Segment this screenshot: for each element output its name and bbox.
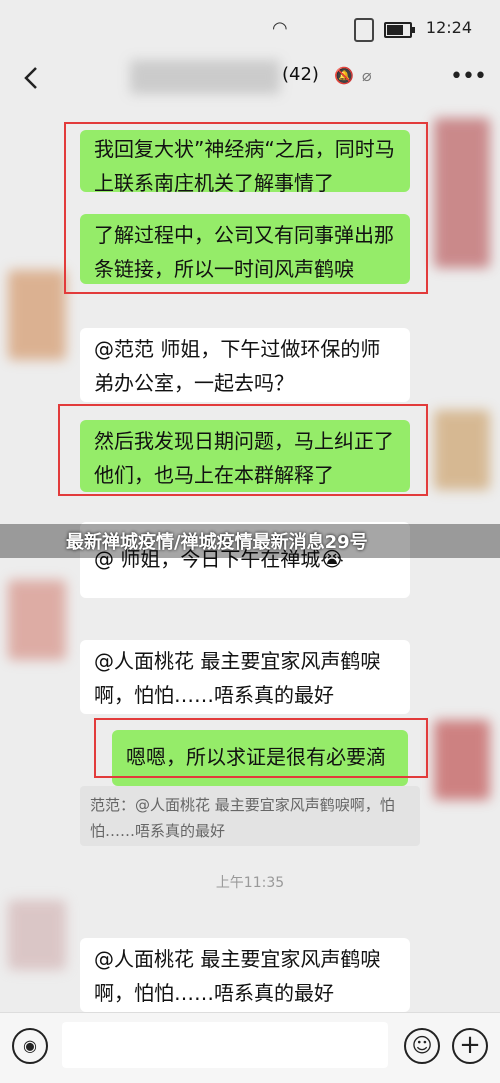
avatar <box>434 410 490 490</box>
plus-icon[interactable]: + <box>452 1028 488 1064</box>
timestamp: 上午11:35 <box>215 875 285 891</box>
message-input[interactable] <box>62 1022 388 1068</box>
highlight-box <box>58 404 428 496</box>
battery-level <box>387 25 403 35</box>
avatar <box>8 580 66 660</box>
wifi-icon: ◠ <box>272 18 288 39</box>
banner-text: 最新禅城疫情/禅城疫情最新消息29号 <box>66 532 368 553</box>
bell-off-icon: 🔕 <box>334 66 354 85</box>
vibrate-icon <box>354 18 374 42</box>
message-bubble[interactable]: @人面桃花 最主要宜家风声鹤唳啊，怕怕……唔系真的最好 <box>80 640 410 714</box>
more-dots-icon[interactable]: ••• <box>450 64 487 89</box>
avatar-header-blur <box>130 60 280 94</box>
message-bubble[interactable]: @范范 师姐，下午过做环保的师弟办公室，一起去吗？ <box>80 328 410 402</box>
link-icon: ⌀ <box>362 66 372 85</box>
avatar <box>8 900 66 970</box>
chevron-left-icon[interactable] <box>14 60 50 96</box>
highlight-box <box>94 718 428 778</box>
avatar <box>8 270 66 360</box>
quoted-message[interactable]: 范范：@人面桃花 最主要宜家风声鹤唳啊，怕怕……唔系真的最好 <box>80 786 420 846</box>
avatar <box>434 118 490 268</box>
avatar <box>434 720 490 800</box>
emoji-icon[interactable]: ☺ <box>404 1028 440 1064</box>
member-count: (42) <box>282 64 319 85</box>
voice-icon[interactable]: ◉ <box>12 1028 48 1064</box>
status-time: 12:24 <box>425 18 472 37</box>
highlight-box <box>64 122 428 294</box>
battery-icon <box>384 22 415 38</box>
message-bubble[interactable]: @人面桃花 最主要宜家风声鹤唳啊，怕怕……唔系真的最好 <box>80 938 410 1012</box>
